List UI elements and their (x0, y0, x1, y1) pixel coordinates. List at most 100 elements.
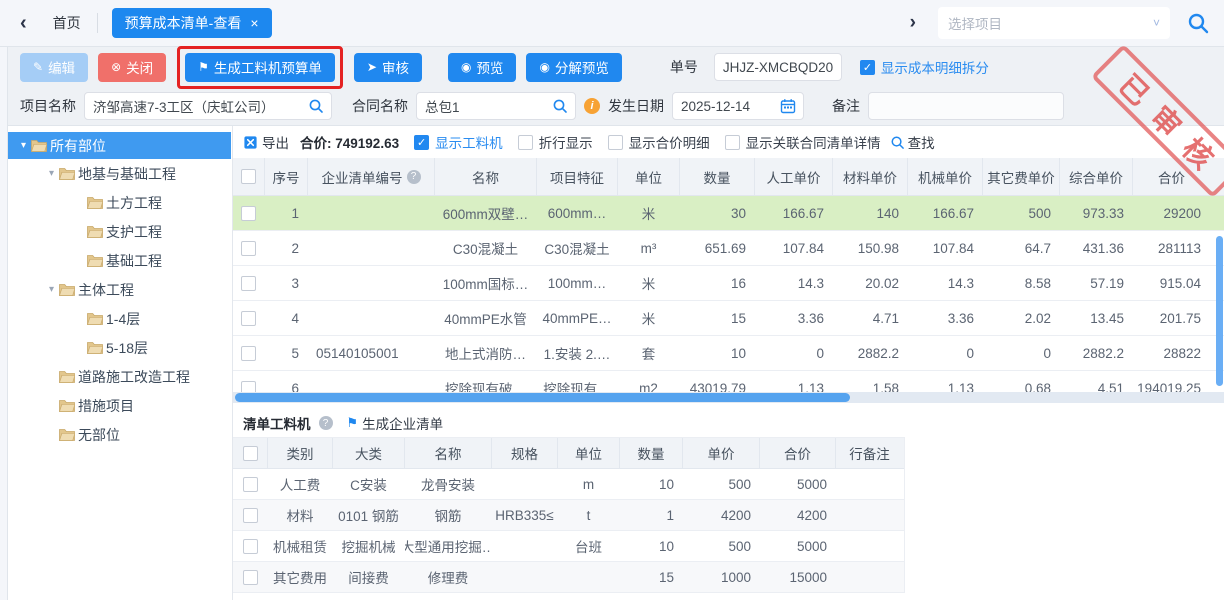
expand-arrow-icon[interactable]: ▾ (44, 284, 59, 295)
folder-icon (87, 196, 106, 209)
search-icon[interactable] (552, 98, 568, 114)
find-button[interactable]: 查找 (890, 132, 935, 152)
row-checkbox[interactable] (243, 508, 258, 523)
edit-icon: ✎ (33, 60, 43, 74)
expand-panel-icon[interactable]: › (910, 12, 916, 34)
cell-value: 40mmPE水管 (444, 308, 527, 328)
cell-value: 15000 (789, 570, 827, 585)
cell-value: 材料 (287, 505, 314, 525)
table-row[interactable]: 1600mm双壁…600mm…米30166.67140166.67500973.… (233, 196, 1224, 231)
tree-item[interactable]: ▾地基与基础工程 (8, 159, 232, 188)
row-checkbox[interactable] (241, 206, 256, 221)
folder-icon (31, 139, 50, 152)
tree-item[interactable]: ▾无部位 (8, 420, 232, 449)
cell-value: 5000 (797, 539, 827, 554)
cell-value: 15 (659, 570, 674, 585)
total-detail-checkbox[interactable] (608, 135, 623, 150)
cell-value: 米 (642, 203, 656, 223)
table-row[interactable]: 机械租赁挖掘机械大型通用挖掘…台班105005000 (233, 531, 904, 562)
remark-input[interactable] (868, 92, 1064, 120)
expand-arrow-icon[interactable]: ▾ (44, 168, 59, 179)
cell-value: 194019.25 (1137, 381, 1201, 393)
table-row[interactable]: 2C30混凝土C30混凝土m³651.69107.84150.98107.846… (233, 231, 1224, 266)
cell-value: 15 (731, 311, 746, 326)
folder-icon (59, 428, 78, 441)
calendar-icon[interactable] (780, 98, 796, 114)
table-row[interactable]: 505140105001地上式消防…1.安装 2.…套1002882.20028… (233, 336, 1224, 371)
horizontal-scrollbar[interactable] (233, 392, 1224, 403)
tree-item[interactable]: ▾道路施工改造工程 (8, 362, 232, 391)
tree-item-label: 无部位 (78, 425, 120, 445)
audit-button[interactable]: ➤ 审核 (354, 53, 422, 82)
tree-item[interactable]: ▾ 所有部位 (8, 132, 231, 159)
cell-value: 地上式消防… (445, 343, 526, 363)
tab-budget-cost-view[interactable]: 预算成本清单-查看 × (112, 8, 272, 38)
export-button[interactable]: 导出 (243, 132, 289, 152)
cell-value: 1.13 (948, 381, 974, 393)
row-checkbox[interactable] (243, 570, 258, 585)
table-row[interactable]: 材料0101 钢筋钢筋HRB335≤t142004200 (233, 500, 904, 531)
tab-close-icon[interactable]: × (250, 15, 258, 31)
row-checkbox[interactable] (241, 311, 256, 326)
show-glj-checkbox[interactable] (414, 135, 429, 150)
nav-home[interactable]: 首页 (53, 13, 81, 33)
close-button[interactable]: ⊗ 关闭 (98, 53, 166, 82)
decompose-preview-button[interactable]: ◉ 分解预览 (526, 53, 621, 82)
back-icon[interactable]: ‹ (20, 12, 27, 35)
select-all-checkbox[interactable] (243, 446, 258, 461)
scrollbar-thumb[interactable] (235, 393, 850, 402)
export-icon (243, 135, 258, 150)
column-header: 序号 (273, 167, 300, 187)
cell-value: 107.84 (783, 241, 824, 256)
tree-item[interactable]: ▾基础工程 (8, 246, 232, 275)
table-row[interactable]: 3100mm国标…100mm…米1614.320.0214.38.5857.19… (233, 266, 1224, 301)
preview-button[interactable]: ◉ 预览 (448, 53, 516, 82)
cell-value: 4200 (721, 508, 751, 523)
row-checkbox[interactable] (241, 276, 256, 291)
cell-value: 3.36 (948, 311, 974, 326)
project-select[interactable]: 选择项目 ˅ (938, 7, 1170, 39)
help-icon[interactable]: ? (319, 416, 333, 430)
expand-arrow-icon[interactable]: ▾ (16, 140, 31, 151)
row-checkbox[interactable] (241, 381, 256, 393)
total-price: 合价: 749192.63 (300, 132, 399, 152)
edit-button[interactable]: ✎ 编辑 (20, 53, 88, 82)
cell-value: 14.3 (798, 276, 824, 291)
tree-item[interactable]: ▾5-18层 (8, 333, 232, 362)
cell-value: 6 (291, 381, 299, 393)
column-header: 数量 (638, 443, 665, 463)
row-checkbox[interactable] (241, 346, 256, 361)
cell-value: 40mmPE… (542, 311, 611, 326)
tree-item[interactable]: ▾主体工程 (8, 275, 232, 304)
table-row[interactable]: 其它费用间接费修理费15100015000 (233, 562, 904, 593)
table-row[interactable]: 6挖除现有破…挖除现有…m243019.791.131.581.130.684.… (233, 371, 1224, 392)
help-icon[interactable]: ? (407, 170, 421, 184)
project-name-input[interactable] (84, 92, 332, 120)
table-header-row: 序号企业清单编号?名称项目特征单位数量人工单价材料单价机械单价其它费单价综合单价… (233, 158, 1224, 196)
cell-value: 431.36 (1083, 241, 1124, 256)
cell-value: 2882.2 (1083, 346, 1124, 361)
show-cost-split-checkbox[interactable] (860, 60, 875, 75)
cell-value: 281113 (1158, 241, 1201, 256)
cell-value: 1.13 (798, 381, 824, 393)
vertical-scrollbar-thumb[interactable] (1216, 236, 1223, 386)
tree-item-label: 所有部位 (50, 136, 106, 156)
tree-item[interactable]: ▾措施项目 (8, 391, 232, 420)
row-checkbox[interactable] (243, 477, 258, 492)
column-header: 大类 (355, 443, 382, 463)
generate-enterprise-list-button[interactable]: 生成企业清单 (362, 413, 443, 433)
related-contract-checkbox[interactable] (725, 135, 740, 150)
select-all-checkbox[interactable] (241, 169, 256, 184)
search-icon[interactable] (308, 98, 324, 114)
generate-glj-budget-button[interactable]: ⚑ 生成工料机预算单 (185, 53, 335, 82)
table-row[interactable]: 440mmPE水管40mmPE…米153.364.713.362.0213.45… (233, 301, 1224, 336)
row-checkbox[interactable] (241, 241, 256, 256)
tree-item[interactable]: ▾支护工程 (8, 217, 232, 246)
tree-item[interactable]: ▾土方工程 (8, 188, 232, 217)
wrap-line-checkbox[interactable] (518, 135, 533, 150)
tree-item[interactable]: ▾1-4层 (8, 304, 232, 333)
table-row[interactable]: 人工费C安装龙骨安装m105005000 (233, 469, 904, 500)
doc-no-input[interactable] (714, 53, 842, 81)
search-icon[interactable] (1186, 11, 1210, 35)
row-checkbox[interactable] (243, 539, 258, 554)
